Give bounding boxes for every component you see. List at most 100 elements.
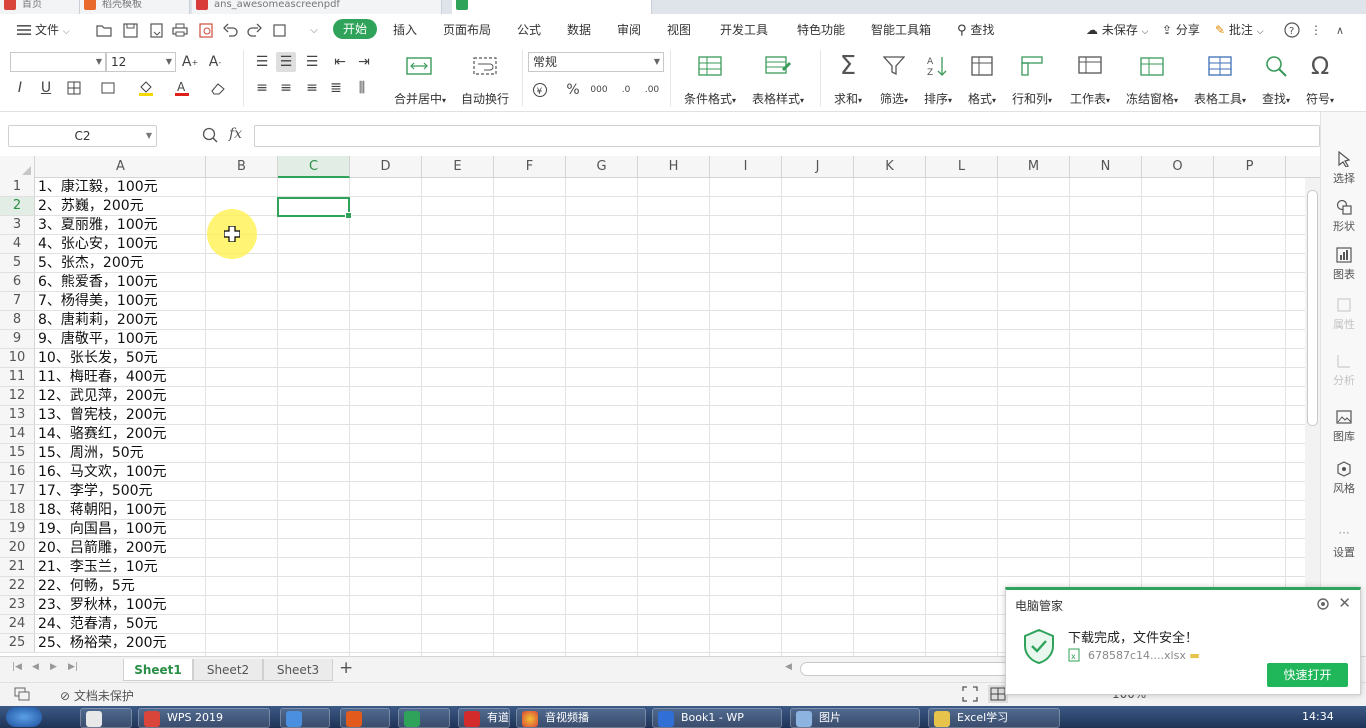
row-header-5[interactable]: 5	[0, 254, 35, 273]
sheet-tab-3[interactable]: Sheet3	[263, 659, 333, 681]
tab-data[interactable]: 数据	[567, 21, 591, 39]
align-top-icon[interactable]: ☰	[252, 52, 272, 72]
column-header-e[interactable]: E	[422, 156, 494, 178]
taskbar-item-book1[interactable]: Book1 - WP	[652, 708, 782, 728]
add-sheet-icon[interactable]: +	[339, 658, 353, 678]
align-bottom-icon[interactable]: ☰	[302, 52, 322, 72]
format-painter-icon[interactable]	[98, 78, 118, 98]
tab-review[interactable]: 审阅	[617, 21, 641, 39]
row-header-6[interactable]: 6	[0, 273, 35, 292]
selected-cell-c2[interactable]	[277, 197, 352, 219]
justify-icon[interactable]: ≣	[326, 78, 346, 98]
decrease-decimal-icon[interactable]: .00	[642, 80, 662, 100]
row-header-18[interactable]: 18	[0, 501, 35, 520]
file-menu[interactable]: 文件 ⌵	[35, 21, 70, 41]
table-style-button[interactable]: 表格样式▾	[750, 50, 806, 112]
sum-button[interactable]: Σ 求和▾	[826, 50, 870, 112]
taskbar-item-youdao[interactable]: 有道	[458, 708, 510, 728]
row-header-25[interactable]: 25	[0, 634, 35, 653]
cell-a19[interactable]: 19、向国昌，100元	[38, 520, 167, 539]
cell-a2[interactable]: 2、苏巍，200元	[38, 197, 144, 216]
decrease-font-icon[interactable]: A-	[205, 52, 225, 72]
tab-page-layout[interactable]: 页面布局	[443, 21, 491, 39]
column-header-j[interactable]: J	[782, 156, 854, 178]
name-box[interactable]: C2 ▼	[8, 125, 157, 147]
collapse-ribbon-icon[interactable]: ∧	[1330, 20, 1350, 40]
sheet-nav-first-icon[interactable]: |◀	[12, 662, 22, 672]
side-item-chart[interactable]: 图表	[1321, 244, 1366, 282]
increase-indent-icon[interactable]: ⇥	[354, 52, 374, 72]
sheet-nav-prev-icon[interactable]: ◀	[32, 662, 39, 672]
cell-a4[interactable]: 4、张心安，100元	[38, 235, 158, 254]
print-preview-icon[interactable]	[196, 20, 216, 40]
tab-home-page[interactable]: 首页	[0, 0, 80, 14]
side-item-analysis[interactable]: 分析	[1321, 350, 1366, 388]
row-header-12[interactable]: 12	[0, 387, 35, 406]
font-color-icon[interactable]: A	[172, 78, 192, 98]
row-header-1[interactable]: 1	[0, 178, 35, 197]
row-header-13[interactable]: 13	[0, 406, 35, 425]
row-header-8[interactable]: 8	[0, 311, 35, 330]
popup-close-icon[interactable]: ✕	[1338, 594, 1351, 612]
share-button[interactable]: ⇪ 分享	[1162, 21, 1200, 39]
thousands-separator-icon[interactable]: 000	[589, 80, 609, 100]
tab-start[interactable]: 开始	[333, 19, 377, 39]
document-protection-status[interactable]: ⊘ 文档未保护	[60, 687, 134, 704]
hamburger-menu-icon[interactable]	[14, 20, 34, 40]
clear-format-icon[interactable]	[208, 78, 228, 98]
worksheet-button[interactable]: 工作表▾	[1064, 50, 1116, 112]
cell-a15[interactable]: 15、周洲，50元	[38, 444, 144, 463]
clock[interactable]: 14:34	[1302, 710, 1334, 723]
column-header-b[interactable]: B	[206, 156, 278, 178]
vertical-scroll-thumb[interactable]	[1307, 190, 1318, 426]
row-header-4[interactable]: 4	[0, 235, 35, 254]
decrease-indent-icon[interactable]: ⇤	[330, 52, 350, 72]
taskbar-item-app3[interactable]	[280, 708, 330, 728]
taskbar-item-wps[interactable]: WPS 2019	[138, 708, 270, 728]
formula-input[interactable]	[254, 125, 1320, 147]
column-header-m[interactable]: M	[998, 156, 1070, 178]
row-header-14[interactable]: 14	[0, 425, 35, 444]
side-item-properties[interactable]: 属性	[1321, 294, 1366, 332]
help-icon[interactable]: ?	[1282, 20, 1302, 40]
folder-icon[interactable]: ▬	[1189, 649, 1199, 662]
taskbar-item-pictures[interactable]: 图片	[790, 708, 920, 728]
quick-open-button[interactable]: 快速打开	[1267, 663, 1348, 687]
column-header-k[interactable]: K	[854, 156, 926, 178]
cell-a1[interactable]: 1、康江毅，100元	[38, 178, 158, 197]
italic-icon[interactable]: I	[10, 78, 30, 98]
font-size-select[interactable]: 12 ▼	[106, 52, 176, 72]
cell-a3[interactable]: 3、夏丽雅，100元	[38, 216, 158, 235]
insert-function-icon[interactable]: fx	[229, 126, 242, 142]
popup-settings-icon[interactable]	[1316, 597, 1330, 614]
tab-pdf-file[interactable]: ans_awesomeascreenpdf	[192, 0, 442, 14]
column-header-a[interactable]: A	[36, 156, 206, 178]
fullscreen-icon[interactable]	[962, 686, 978, 705]
tab-docer-templates[interactable]: 稻壳模板	[80, 0, 190, 14]
number-format-select[interactable]: 常规 ▼	[528, 52, 664, 72]
side-item-gallery[interactable]: 图库	[1321, 406, 1366, 444]
row-header-20[interactable]: 20	[0, 539, 35, 558]
export-pdf-icon[interactable]	[146, 20, 166, 40]
cell-a8[interactable]: 8、唐莉莉，200元	[38, 311, 158, 330]
table-tools-button[interactable]: 表格工具▾	[1190, 50, 1250, 112]
taskbar-item-excel-folder[interactable]: Excel学习	[928, 708, 1060, 728]
symbol-button[interactable]: Ω 符号▾	[1298, 50, 1342, 112]
column-header-p[interactable]: P	[1214, 156, 1286, 178]
redo-icon[interactable]	[244, 20, 264, 40]
customize-quick-access-icon[interactable]: ⌵	[304, 20, 324, 40]
align-middle-icon[interactable]: ☰	[276, 52, 296, 72]
freeze-panes-button[interactable]: 冻结窗格▾	[1120, 50, 1184, 112]
cell-a12[interactable]: 12、武见萍，200元	[38, 387, 167, 406]
unsaved-status[interactable]: ☁ 未保存 ⌵	[1086, 21, 1149, 41]
cell-a23[interactable]: 23、罗秋林，100元	[38, 596, 167, 615]
sheet-nav-last-icon[interactable]: ▶|	[68, 662, 78, 672]
open-folder-icon[interactable]	[94, 20, 114, 40]
column-header-d[interactable]: D	[350, 156, 422, 178]
taskbar-item-app5[interactable]	[398, 708, 450, 728]
tab-smart-toolbox[interactable]: 智能工具箱	[871, 21, 931, 39]
cell-a13[interactable]: 13、曾宪枝，200元	[38, 406, 167, 425]
sheet-tab-2[interactable]: Sheet2	[193, 659, 263, 681]
rows-columns-button[interactable]: 行和列▾	[1008, 50, 1056, 112]
row-header-15[interactable]: 15	[0, 444, 35, 463]
